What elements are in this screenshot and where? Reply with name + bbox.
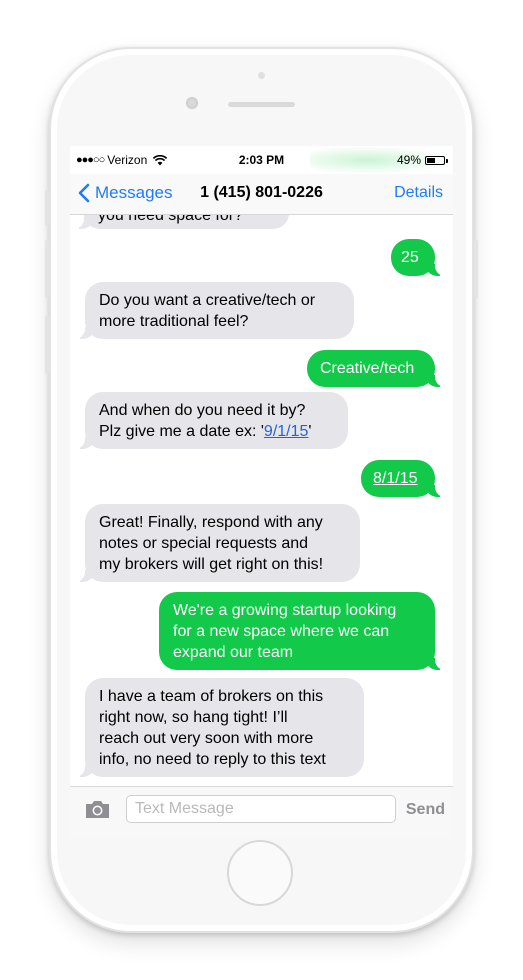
- outgoing-message: 25: [391, 239, 446, 276]
- message-line: for a new space where we can: [173, 623, 390, 640]
- outgoing-message: 8/1/15: [361, 460, 446, 497]
- mute-switch: [45, 190, 49, 226]
- camera-icon[interactable]: [84, 799, 111, 820]
- chevron-left-icon: [78, 183, 90, 203]
- back-button[interactable]: Messages: [78, 183, 172, 203]
- outgoing-message: We're a growing startup looking for a ne…: [159, 592, 446, 670]
- navigation-bar: Messages 1 (415) 801-0226 Details: [70, 174, 453, 215]
- message-composer: Send: [70, 786, 453, 838]
- battery-tip: [446, 158, 448, 163]
- status-bar: ●●●○○ Verizon 2:03 PM 49%: [70, 146, 453, 174]
- message-line: Plz give me a date ex: '9/1/15': [99, 421, 334, 442]
- date-link[interactable]: 9/1/15: [264, 423, 308, 440]
- message-line: notes or special requests and: [99, 535, 309, 552]
- message-line: Great! Finally, respond with any: [99, 514, 323, 531]
- battery-icon: [425, 155, 448, 165]
- message-line: reach out very soon with more: [99, 730, 314, 747]
- message-text: ': [308, 423, 312, 440]
- message-line: And when do you need it by?: [99, 402, 306, 419]
- incoming-message: I have a team of brokers on this right n…: [74, 678, 364, 777]
- outgoing-message: Creative/tech: [307, 350, 446, 387]
- date-link[interactable]: 8/1/15: [373, 470, 417, 487]
- front-camera: [186, 97, 198, 109]
- message-line: expand our team: [173, 644, 294, 661]
- message-line: more traditional feel?: [99, 313, 249, 330]
- text-message-input[interactable]: [126, 795, 396, 823]
- send-button[interactable]: Send: [406, 801, 445, 819]
- incoming-message: Do you want a creative/tech or more trad…: [74, 282, 354, 339]
- message-line: info, no need to reply to this text: [99, 751, 326, 768]
- home-button[interactable]: [227, 840, 293, 906]
- message-line: right now, so hang tight! I’ll: [99, 709, 288, 726]
- incoming-message: you need space for?: [73, 215, 289, 229]
- message-line: Creative/tech: [320, 360, 415, 377]
- earpiece-speaker: [228, 102, 295, 107]
- details-button[interactable]: Details: [394, 184, 443, 202]
- incoming-message: And when do you need it by? Plz give me …: [74, 392, 348, 449]
- status-right: 49%: [396, 153, 448, 167]
- volume-down-button: [45, 316, 49, 374]
- volume-up-button: [45, 240, 49, 298]
- message-line: I have a team of brokers on this: [99, 688, 324, 705]
- incoming-message: Great! Finally, respond with any notes o…: [74, 504, 360, 582]
- message-line: We're a growing startup looking: [173, 602, 397, 619]
- message-line: Do you want a creative/tech or: [99, 292, 316, 309]
- message-thread[interactable]: you need space for? 25 Do you want a cre…: [70, 215, 453, 785]
- back-button-label: Messages: [95, 183, 173, 202]
- phone-screen: ●●●○○ Verizon 2:03 PM 49% Messages 1 (41…: [70, 146, 453, 838]
- power-button: [474, 240, 478, 298]
- sensor-dot: [258, 72, 265, 79]
- message-line: 25: [401, 249, 419, 266]
- message-text: Plz give me a date ex: ': [99, 423, 264, 440]
- battery-fill: [427, 157, 435, 163]
- status-time: 2:03 PM: [238, 153, 285, 167]
- message-line: you need space for?: [98, 215, 243, 224]
- battery-percent: 49%: [396, 153, 421, 167]
- message-line: my brokers will get right on this!: [99, 556, 324, 573]
